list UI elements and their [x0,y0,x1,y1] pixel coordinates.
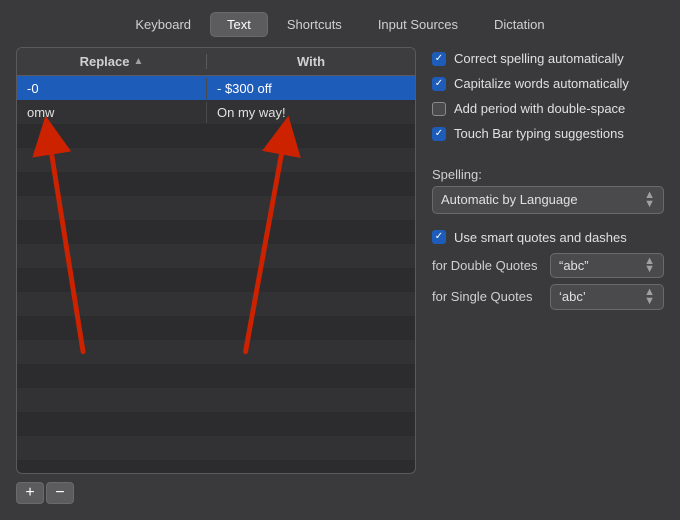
checkbox-smart-quotes[interactable]: ✓ Use smart quotes and dashes [432,228,664,247]
main-content: Replace ▲ With -0 - $300 off omw On [0,47,680,520]
smart-quotes-label: Use smart quotes and dashes [454,230,627,245]
double-quotes-row: for Double Quotes “abc” ▲ ▼ [432,253,664,279]
smart-quotes-section: ✓ Use smart quotes and dashes for Double… [432,228,664,310]
table-row[interactable]: -0 - $300 off [17,76,415,100]
table-row[interactable]: omw On my way! [17,100,415,124]
spelling-dropdown[interactable]: Automatic by Language ▲ ▼ [432,186,664,214]
double-quotes-dropdown[interactable]: “abc” ▲ ▼ [550,253,664,279]
single-quotes-row: for Single Quotes ‘abc’ ▲ ▼ [432,284,664,310]
table-row-empty [17,364,415,388]
column-replace-header: Replace ▲ [17,54,207,69]
spelling-dropdown-container: Automatic by Language ▲ ▼ [432,186,664,214]
left-panel: Replace ▲ With -0 - $300 off omw On [16,47,416,504]
table-body: -0 - $300 off omw On my way! [17,76,415,460]
right-panel: ✓ Correct spelling automatically ✓ Capit… [432,47,664,504]
table-row-empty [17,124,415,148]
checkbox-touch-bar[interactable]: ✓ Touch Bar typing suggestions [432,124,664,143]
sort-arrow-icon: ▲ [133,56,143,67]
single-quotes-label: for Single Quotes [432,289,542,304]
table-row-empty [17,244,415,268]
tab-dictation[interactable]: Dictation [477,12,562,37]
tab-input-sources[interactable]: Input Sources [361,12,475,37]
touch-bar-label: Touch Bar typing suggestions [454,126,624,141]
cell-replace: -0 [17,78,207,99]
table-header: Replace ▲ With [17,48,415,76]
tab-bar: Keyboard Text Shortcuts Input Sources Di… [0,0,680,47]
double-quotes-value: “abc” [559,258,589,273]
table-row-empty [17,220,415,244]
checkbox-correct-spelling-input[interactable]: ✓ [432,52,446,66]
checkbox-correct-spelling[interactable]: ✓ Correct spelling automatically [432,49,664,68]
single-quotes-value: ‘abc’ [559,289,586,304]
checkbox-touch-bar-input[interactable]: ✓ [432,127,446,141]
correct-spelling-label: Correct spelling automatically [454,51,624,66]
dropdown-arrows-icon: ▲ ▼ [644,257,655,275]
checkmark-icon: ✓ [435,129,443,139]
checkbox-smart-quotes-input[interactable]: ✓ [432,230,446,244]
dropdown-arrows-icon: ▲ ▼ [644,191,655,209]
capitalize-label: Capitalize words automatically [454,76,629,91]
checkbox-period-input[interactable] [432,102,446,116]
add-button[interactable]: + [16,482,44,504]
column-with-header: With [207,54,415,69]
table-row-empty [17,148,415,172]
table-row-empty [17,292,415,316]
dropdown-arrows-icon: ▲ ▼ [644,288,655,306]
tab-text[interactable]: Text [210,12,268,37]
text-replacement-table[interactable]: Replace ▲ With -0 - $300 off omw On [16,47,416,474]
table-row-empty [17,340,415,364]
table-row-empty [17,412,415,436]
table-row-empty [17,172,415,196]
period-label: Add period with double-space [454,101,625,116]
double-quotes-label: for Double Quotes [432,258,542,273]
keyboard-preferences-window: Keyboard Text Shortcuts Input Sources Di… [0,0,680,520]
checkmark-icon: ✓ [435,232,443,242]
checkmark-icon: ✓ [435,79,443,89]
checkbox-capitalize[interactable]: ✓ Capitalize words automatically [432,74,664,93]
table-row-empty [17,316,415,340]
cell-with: - $300 off [207,78,415,99]
spelling-dropdown-value: Automatic by Language [441,192,578,207]
tab-shortcuts[interactable]: Shortcuts [270,12,359,37]
spelling-label: Spelling: [432,167,664,182]
cell-with: On my way! [207,102,415,123]
table-row-empty [17,388,415,412]
table-row-empty [17,268,415,292]
table-row-empty [17,436,415,460]
spelling-section: Spelling: Automatic by Language ▲ ▼ [432,159,664,214]
table-row-empty [17,196,415,220]
bottom-buttons: + − [16,482,416,504]
checkmark-icon: ✓ [435,54,443,64]
checkbox-period[interactable]: Add period with double-space [432,99,664,118]
single-quotes-dropdown[interactable]: ‘abc’ ▲ ▼ [550,284,664,310]
tab-keyboard[interactable]: Keyboard [118,12,208,37]
remove-button[interactable]: − [46,482,74,504]
cell-replace: omw [17,102,207,123]
checkbox-capitalize-input[interactable]: ✓ [432,77,446,91]
